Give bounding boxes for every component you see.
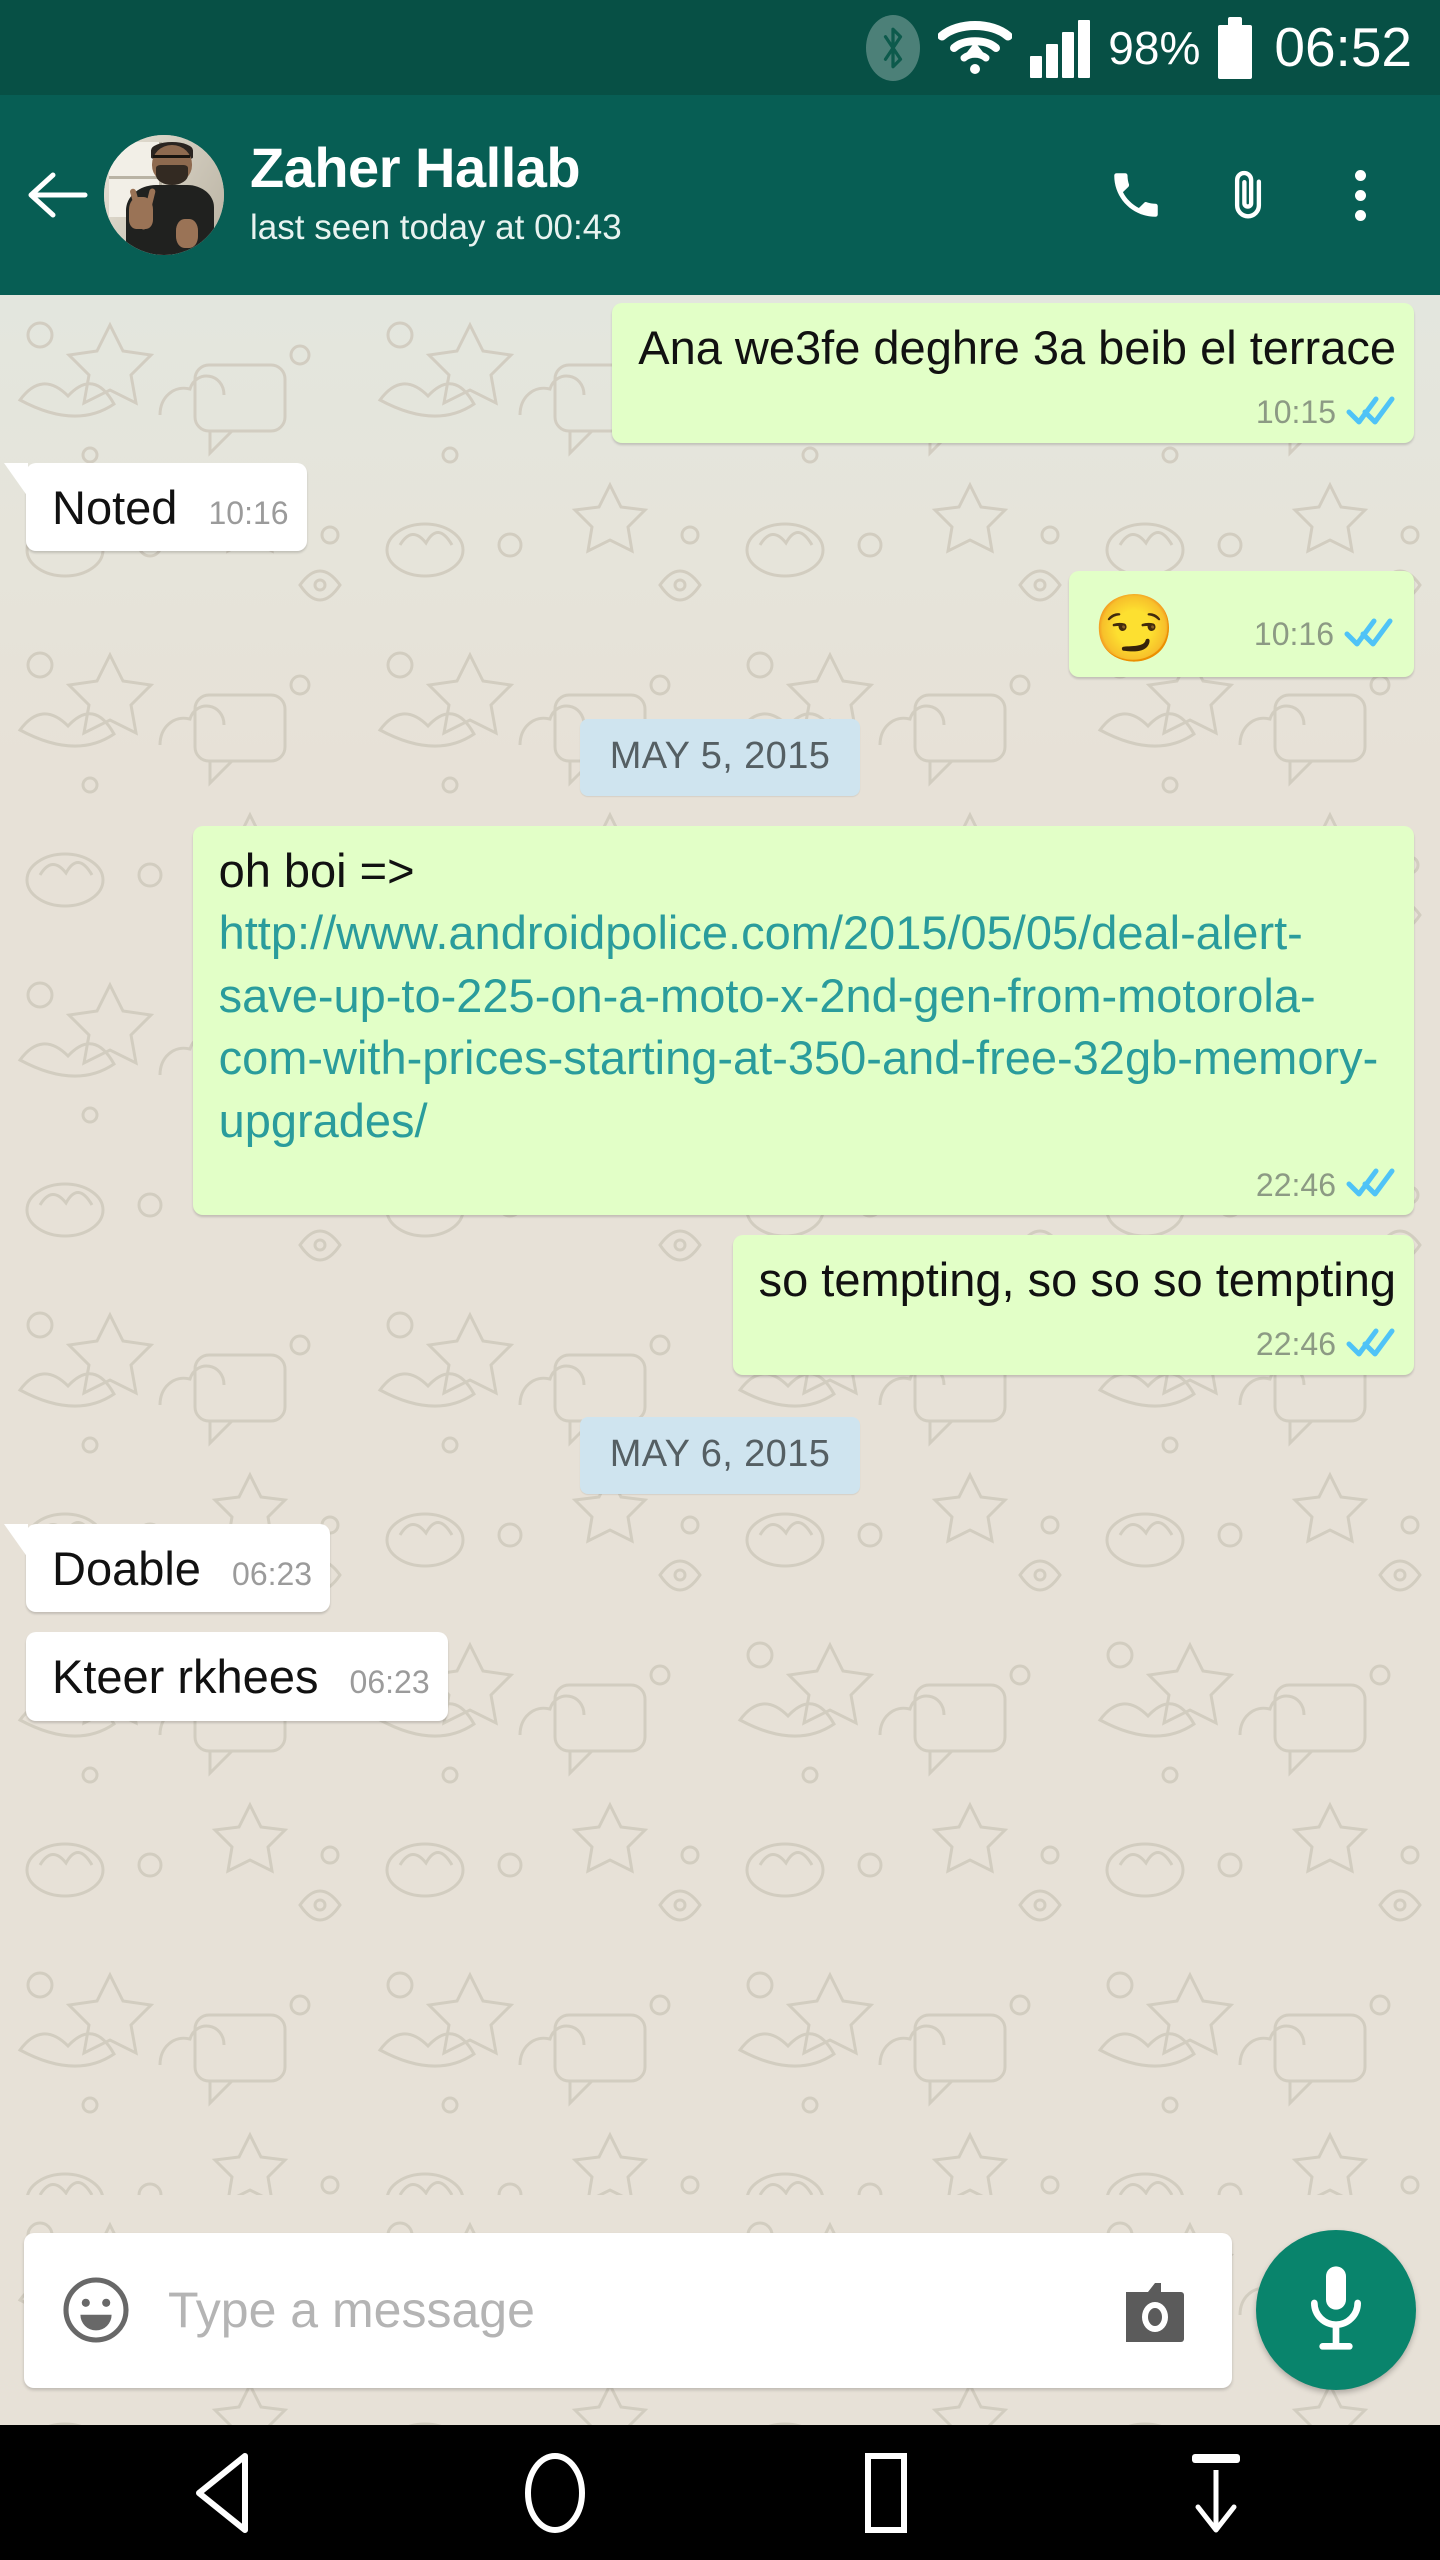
message-row[interactable]: Ana we3fe deghre 3a beib el terrace 10:1… [26, 303, 1414, 443]
message-bubble-outgoing[interactable]: so tempting, so so so tempting 22:46 [732, 1235, 1414, 1375]
voice-record-button[interactable] [1256, 2230, 1416, 2390]
emoji-smiley-icon[interactable] [58, 2272, 134, 2348]
nav-home-icon[interactable] [480, 2438, 630, 2548]
bluetooth-icon [866, 14, 921, 81]
message-row[interactable]: oh boi => http://www.androidpolice.com/2… [26, 825, 1414, 1216]
composer-bar [0, 2195, 1440, 2425]
message-list: Ana we3fe deghre 3a beib el terrace 10:1… [0, 295, 1440, 2195]
message-text: Kteer rkhees [52, 1650, 319, 1704]
message-bubble-outgoing[interactable]: 😏 10:16 [1069, 571, 1414, 677]
message-meta: 06:23 [232, 1553, 312, 1596]
app-bar-actions [1080, 139, 1416, 251]
message-time: 10:16 [1253, 616, 1334, 652]
message-text: Doable [52, 1541, 201, 1595]
message-text: Ana we3fe deghre 3a beib el terrace [638, 321, 1396, 374]
signal-bars-icon [1030, 18, 1091, 78]
nav-back-icon[interactable] [150, 2438, 300, 2548]
chat-area[interactable]: Ana we3fe deghre 3a beib el terrace 10:1… [0, 295, 1440, 2195]
avatar[interactable] [104, 135, 224, 255]
emoji-content: 😏 [1093, 590, 1176, 665]
message-time: 22:46 [1255, 1166, 1336, 1203]
contact-status: last seen today at 00:43 [250, 208, 622, 248]
status-bar: 98% 06:52 [0, 0, 1440, 95]
message-meta: 10:16 [208, 492, 288, 535]
message-meta: 06:23 [350, 1661, 430, 1704]
wifi-icon [938, 20, 1013, 76]
date-divider: MAY 6, 2015 [26, 1416, 1414, 1494]
status-clock: 06:52 [1274, 16, 1412, 78]
phone-screen: 98% 06:52 Zaher Hallab last seen today a… [0, 0, 1440, 2560]
microphone-icon [1301, 2263, 1371, 2358]
phone-icon[interactable] [1080, 139, 1192, 251]
message-bubble-incoming[interactable]: Noted 10:16 [4, 462, 307, 551]
message-row[interactable]: 😏 10:16 [26, 571, 1414, 677]
nav-recents-icon[interactable] [810, 2438, 960, 2548]
paperclip-icon[interactable] [1192, 139, 1304, 251]
battery-icon [1218, 16, 1253, 79]
message-bubble-incoming[interactable]: Doable 06:23 [3, 1523, 331, 1613]
message-meta: 22:46 [1256, 1326, 1396, 1363]
message-time: 06:23 [232, 1555, 313, 1592]
message-bubble-outgoing[interactable]: Ana we3fe deghre 3a beib el terrace 10:1… [612, 303, 1414, 443]
message-text: oh boi => http://www.androidpolice.com/2… [219, 840, 1396, 1153]
nav-hide-keyboard-icon[interactable] [1140, 2438, 1290, 2548]
message-meta: 22:46 [1256, 1166, 1396, 1203]
message-input-container[interactable] [24, 2232, 1232, 2388]
more-options-icon[interactable] [1304, 139, 1416, 251]
read-receipt-icon [1344, 616, 1394, 653]
message-row[interactable]: Kteer rkhees 06:23 [26, 1632, 1414, 1721]
message-bubble-outgoing[interactable]: oh boi => http://www.androidpolice.com/2… [192, 825, 1414, 1216]
page-title: Zaher Hallab [250, 139, 581, 198]
message-text: so tempting, so so so tempting [758, 1253, 1396, 1307]
date-divider: MAY 5, 2015 [26, 718, 1414, 796]
contact-header[interactable]: Zaher Hallab last seen today at 00:43 [250, 139, 1080, 251]
message-input[interactable] [134, 2281, 1116, 2339]
read-receipt-icon [1346, 1326, 1396, 1363]
camera-icon[interactable] [1116, 2272, 1206, 2348]
message-meta: 10:15 [1256, 394, 1396, 431]
battery-percent: 98% [1108, 21, 1201, 74]
message-text: Noted [52, 480, 178, 534]
message-time: 22:46 [1255, 1326, 1336, 1363]
message-bubble-incoming[interactable]: Kteer rkhees 06:23 [26, 1632, 448, 1721]
read-receipt-icon [1346, 1166, 1396, 1203]
back-arrow-icon[interactable] [16, 153, 100, 237]
message-link[interactable]: http://www.androidpolice.com/2015/05/05/… [219, 906, 1379, 1147]
date-label: MAY 6, 2015 [579, 1416, 861, 1494]
message-row[interactable]: Noted 10:16 [4, 462, 1414, 551]
message-meta: 10:16 [1254, 616, 1394, 653]
app-bar: Zaher Hallab last seen today at 00:43 [0, 95, 1440, 295]
message-time: 10:15 [1255, 394, 1336, 430]
message-time: 10:16 [208, 494, 289, 531]
read-receipt-icon [1346, 394, 1396, 431]
date-label: MAY 5, 2015 [579, 718, 861, 796]
message-row[interactable]: so tempting, so so so tempting 22:46 [26, 1235, 1414, 1375]
message-row[interactable]: Doable 06:23 [3, 1523, 1414, 1613]
system-nav-bar [0, 2425, 1440, 2560]
message-prefix: oh boi => [218, 843, 415, 897]
message-time: 06:23 [349, 1664, 430, 1701]
